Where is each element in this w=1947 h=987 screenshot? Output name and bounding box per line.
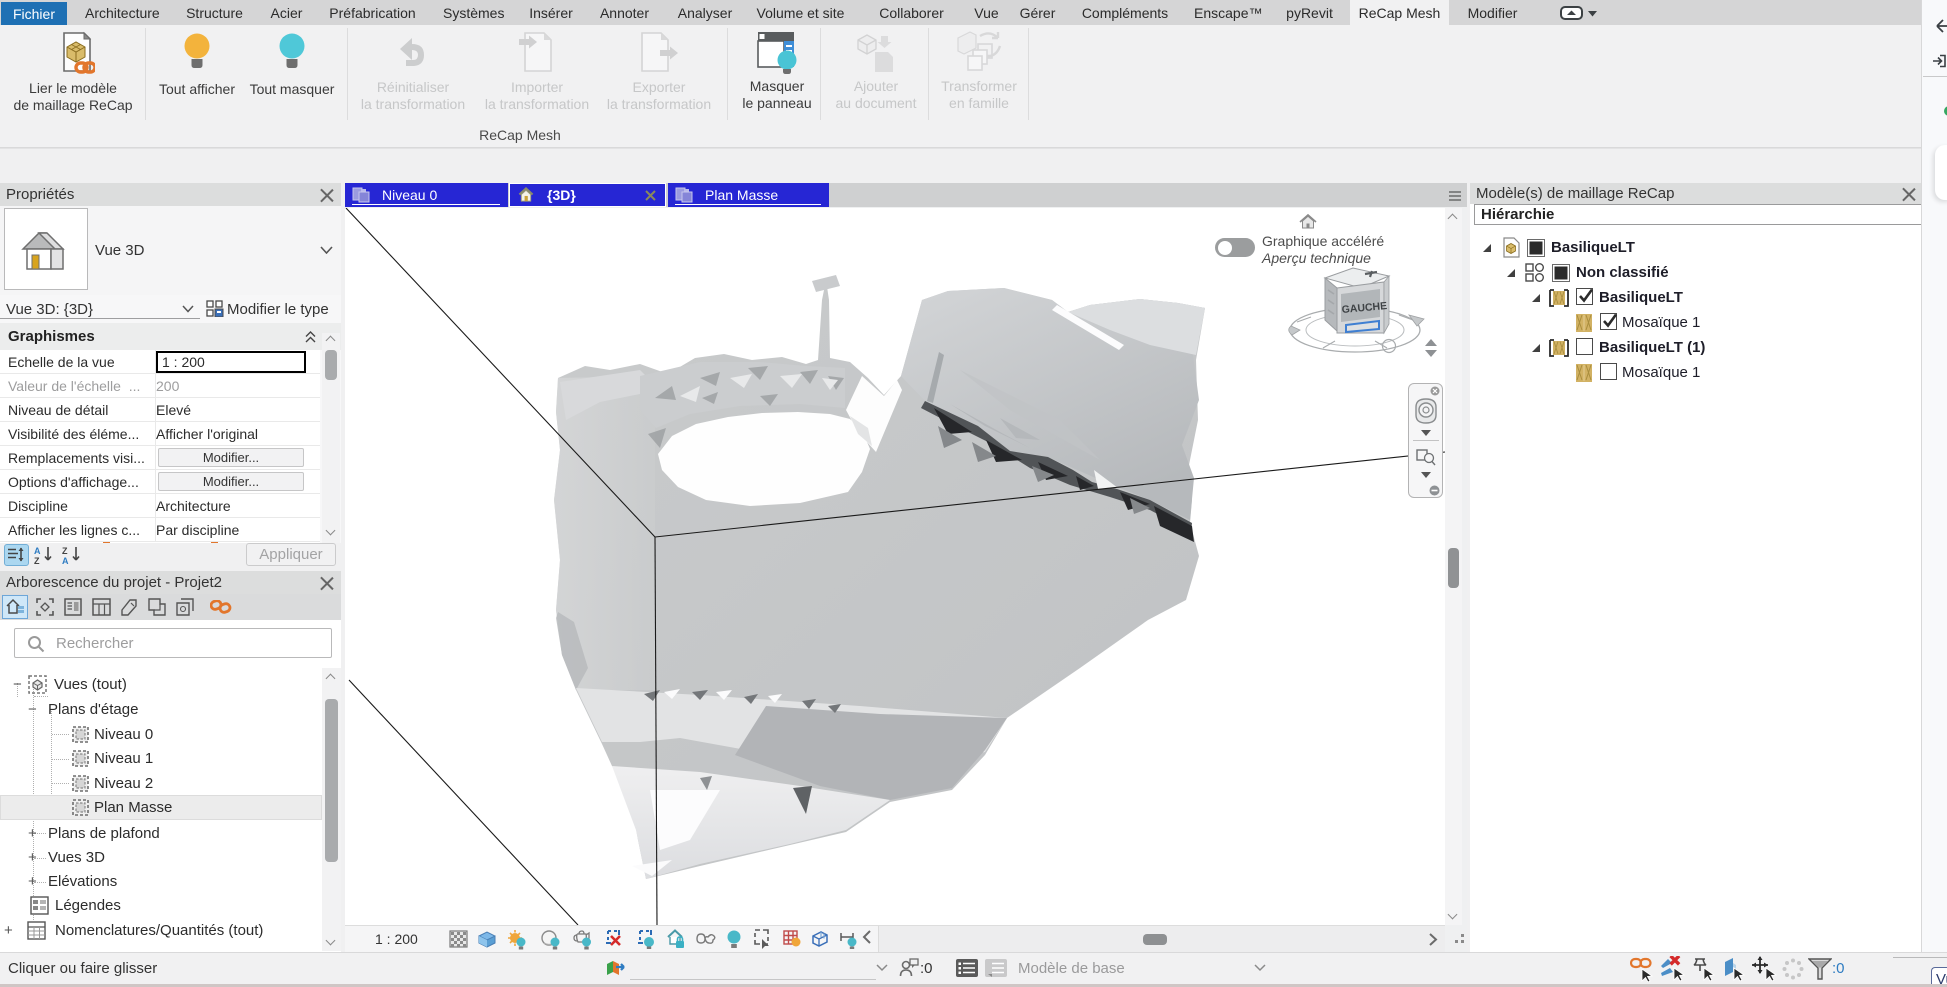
svg-text:A: A xyxy=(62,556,69,565)
svg-text:A: A xyxy=(34,546,41,556)
svg-text:Z: Z xyxy=(34,556,40,565)
svg-text:Z: Z xyxy=(62,546,68,556)
